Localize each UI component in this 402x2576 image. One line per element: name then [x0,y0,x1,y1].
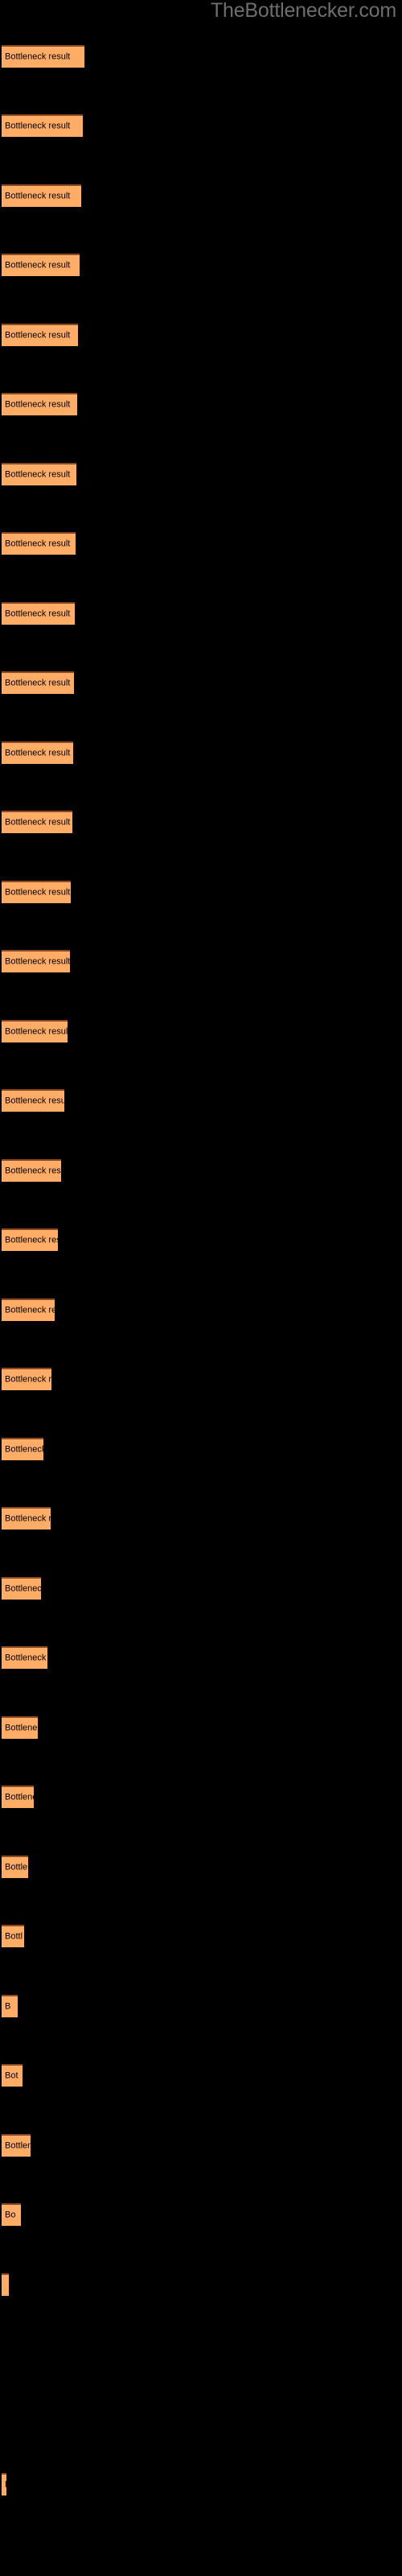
bars-layer: Bottleneck result Bottleneck result Bottle… [0,0,402,2576]
bar-label: Bottleneck result [5,887,71,898]
bar-label: Bottleneck result [5,678,71,688]
bar-label: Bottleneck [5,1723,38,1733]
bar-label: Bottle [5,1862,28,1872]
bar-label: Bottleneck result [5,609,71,619]
bar[interactable]: Bottleneck result [2,1159,61,1182]
bar-label: Bottleneck result [5,1166,61,1176]
bar[interactable]: Bottleneck result [2,1089,64,1112]
bar[interactable]: Bottleneck re [2,1785,34,1808]
bar[interactable]: B [2,1995,18,2017]
bar[interactable]: Bottleneck [2,1438,43,1460]
bar-label: Bottleneck result [5,539,71,549]
bar-label: Bottl [5,1931,23,1942]
bar-label: Bottleneck result [5,748,71,758]
bottleneck-bar-chart: TheBottlenecker.com Bottleneck result Bot… [0,0,402,2576]
bar-label: Bottleneck result [5,52,71,62]
bar[interactable]: Bottleneck result [2,463,76,485]
bar-label: Bottleneck result [5,817,71,828]
bar-label: Bottleneck result [5,330,71,341]
bar[interactable]: Bottl [2,1925,24,1947]
bar[interactable]: Bottleneck result [2,811,72,833]
bar[interactable]: Bottleneck result [2,45,84,68]
bar[interactable]: Bottleneck result [2,114,83,137]
bar[interactable]: Bottleneck result [2,1507,51,1530]
bar[interactable]: Bottleneck result [2,1020,68,1042]
bar-label: Bottleneck result [5,1026,68,1037]
bar[interactable]: Bottleneck result [2,324,78,346]
bar-label: Bottleneck result [5,121,71,131]
bar[interactable]: Bot [2,2064,23,2087]
bar-label: Bot [5,2070,18,2081]
bar[interactable]: Bottleneck result [2,1298,55,1321]
bar[interactable]: Bo [2,2203,21,2226]
bar-label: Bottleneck re [5,1583,41,1594]
bar-label: Bo [5,2210,16,2220]
bar-label: Bottleneck result [5,1096,64,1106]
bar[interactable]: Bottle [2,1856,28,1878]
bar[interactable]: Bottleneck result [2,602,75,625]
bar-label: Bottleneck [5,1444,43,1455]
bar[interactable]: Bottleneck result [2,950,70,972]
bar[interactable]: Bottleneck result [2,184,81,207]
bar-label: Bottleneck re [5,1792,34,1802]
bar[interactable]: Bottleneck re [2,1577,41,1600]
bar[interactable]: Bottleneck result [2,532,76,555]
bar[interactable]: Bottleneck result [2,671,74,694]
bar-label: B [5,2480,6,2491]
bar-label: Bottleneck result [5,191,71,201]
bar-label: Bottleneck result [5,260,71,270]
bar[interactable]: Bottleneck resu [2,1646,47,1669]
bar[interactable]: Bottlen [2,2134,31,2157]
bar-label: Bottleneck result [5,1235,58,1245]
bar-label: Bottlen [5,2140,31,2151]
bar[interactable]: Bottleneck result [2,393,77,415]
bar[interactable]: Bottleneck [2,1716,38,1739]
bar-label: Bottleneck result [5,1513,51,1524]
bar-label: Bottleneck result [5,956,70,967]
bar-label: Bottleneck result [5,1374,51,1385]
bar[interactable]: Bottleneck result [2,1368,51,1390]
bar[interactable]: B [2,2473,6,2496]
bar-label: Bottleneck result [5,469,71,480]
bar[interactable] [2,2273,9,2296]
bar-label: Bottleneck result [5,399,71,410]
bar-label: B [5,2001,11,2012]
bar[interactable]: Bottleneck result [2,254,80,276]
bar[interactable]: Bottleneck result [2,881,71,903]
bar-label: Bottleneck result [5,1305,55,1315]
bar-label: Bottleneck resu [5,1653,47,1663]
bar[interactable]: Bottleneck result [2,741,73,764]
bar[interactable]: Bottleneck result [2,1228,58,1251]
